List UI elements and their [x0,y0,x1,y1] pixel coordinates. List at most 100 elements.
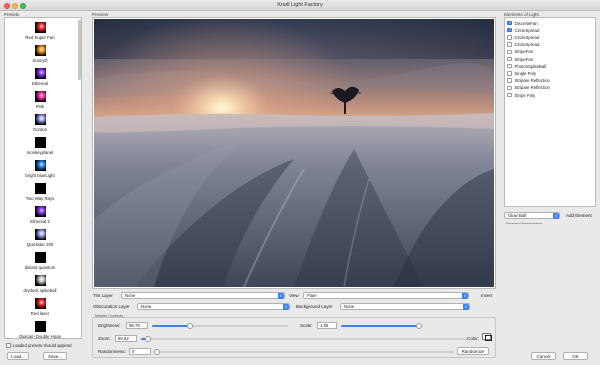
element-item[interactable]: Stripe Poly [507,92,535,98]
obscuration-layer-value: None [141,304,152,309]
append-presets-label: Loaded presets should append [12,343,72,348]
preset-item[interactable]: Ethereal 2 [5,206,75,224]
view-select[interactable]: Flare ⇕ [303,292,469,299]
element-item[interactable]: Stripare Reflection [507,85,550,91]
chevron-updown-icon: ⇕ [553,213,559,219]
preset-item[interactable]: Red laser [5,298,75,316]
scale-slider-fill [341,325,419,327]
zoom-slider-knob[interactable] [144,336,151,342]
element-name: StripeFan [514,56,534,62]
preset-item[interactable]: bright blueLight [5,160,75,178]
element-enabled-checkbox[interactable] [507,92,512,98]
preset-item[interactable]: SunnyD [5,45,75,63]
element-item[interactable]: CircleSpread [507,42,539,48]
element-name: Stripare Reflection [514,85,550,91]
master-controls-panel: Brightness: 99.78 Scale: 1.06 Zoom: 50.5… [92,317,496,358]
element-item[interactable]: PhotonSpikeBall [507,63,546,69]
element-enabled-checkbox[interactable] [507,56,512,62]
preset-item[interactable]: distant quantum [5,252,75,270]
append-presets-row[interactable]: Loaded presets should append [6,343,72,348]
preset-name: distant quantum [24,265,56,270]
preview-image[interactable] [94,19,494,287]
zoom-label: Zoom: [98,336,111,341]
preset-item[interactable]: Ethereal [5,68,75,86]
tint-layer-value: None [125,293,136,298]
element-item[interactable]: CircleSpread [507,34,539,40]
zoom-input[interactable]: 50.52 [115,335,137,342]
element-enabled-checkbox[interactable] [507,85,512,91]
preset-thumbnail [34,45,46,56]
preset-thumbnail [34,298,46,309]
randomize-button[interactable]: Randomize [457,347,489,355]
preset-item[interactable]: monkeyplanet [5,137,75,155]
preset-name: Ethereal [31,81,48,86]
element-type-select[interactable]: Glow Ball ⇕ [504,212,560,219]
randomness-slider[interactable] [154,349,454,355]
chevron-updown-icon: ⇕ [283,304,289,310]
element-item[interactable]: Single Poly [507,70,536,76]
preset-name: Digicam Double Hoop [19,334,61,339]
brightness-slider-knob[interactable] [187,323,194,329]
preset-name: Gordon [32,127,48,132]
background-layer-select[interactable]: None ⇕ [340,303,470,310]
preset-name: Ethereal 2 [30,219,50,224]
element-enabled-checkbox[interactable] [507,63,512,69]
elements-list[interactable]: DiscreteFanCircleSpreadCircleSpreadCircl… [504,17,596,207]
obscuration-layer-label: Obscuration Layer [93,304,130,309]
append-presets-checkbox[interactable] [6,343,11,348]
save-presets-button[interactable]: Save... [43,352,67,360]
preview-panel[interactable] [92,17,496,289]
tint-layer-label: Tint Layer [93,293,113,298]
element-item[interactable]: DiscreteFan [507,20,538,26]
element-enabled-checkbox[interactable] [507,78,512,83]
load-presets-button[interactable]: Load... [7,352,29,360]
element-item[interactable]: CircleSpread [507,27,539,33]
invert-label[interactable]: Invert [481,293,492,298]
element-item[interactable]: Stripare Reflection [507,78,550,84]
preset-name: Pink [35,104,45,109]
element-name: Single Poly [514,70,537,76]
element-name: DiscreteFan [514,20,538,26]
preset-item[interactable]: Red Super Fan [5,22,75,40]
presets-scrollbar[interactable] [78,20,81,80]
preset-item[interactable]: Gordon [5,114,75,132]
element-type-value: Glow Ball [508,213,527,218]
element-enabled-checkbox[interactable] [507,27,512,33]
preset-item[interactable]: Digicam Double Hoop [5,321,75,339]
color-swatch[interactable] [482,333,492,341]
color-label: Color: [467,336,480,341]
element-enabled-checkbox[interactable] [507,20,512,26]
tint-layer-select[interactable]: None ⇕ [121,292,285,299]
randomness-input[interactable]: 0 [129,348,151,355]
scale-slider[interactable] [341,323,423,329]
element-enabled-checkbox[interactable] [507,35,512,40]
add-element-button[interactable]: Add Element [566,213,592,218]
ok-button[interactable]: OK [563,352,588,360]
preset-item[interactable]: Quickstar 200 [5,229,75,247]
preset-name: Two Way Rays [25,196,55,201]
preset-thumbnail [34,137,46,148]
view-value: Flare [307,293,317,298]
preset-thumbnail [34,183,46,194]
brightness-slider[interactable] [152,323,288,329]
element-enabled-checkbox[interactable] [507,42,512,47]
brightness-input[interactable]: 99.78 [126,322,148,329]
background-layer-label: Background Layer [296,304,333,309]
zoom-slider[interactable] [141,336,467,342]
preset-item[interactable]: Two Way Rays [5,183,75,201]
element-enabled-checkbox[interactable] [507,71,512,76]
scale-input[interactable]: 1.06 [317,322,337,329]
background-layer-value: None [344,304,355,309]
preset-item[interactable]: Pink [5,91,75,109]
element-item[interactable]: StripeFan [507,56,533,62]
preset-item[interactable]: drydock spikeball [5,275,75,293]
presets-list[interactable]: Red Super Fan SunnyD Ethereal Pink Gordon mon… [4,17,82,339]
element-item[interactable]: StripeFan [507,49,533,55]
obscuration-layer-select[interactable]: None ⇕ [137,303,290,310]
window-title: Knoll Light Factory [277,2,323,8]
cancel-button[interactable]: Cancel [531,352,556,360]
randomness-slider-knob[interactable] [154,349,160,355]
element-name: CircleSpread [514,42,540,48]
element-enabled-checkbox[interactable] [507,49,512,55]
scale-slider-knob[interactable] [415,323,422,329]
